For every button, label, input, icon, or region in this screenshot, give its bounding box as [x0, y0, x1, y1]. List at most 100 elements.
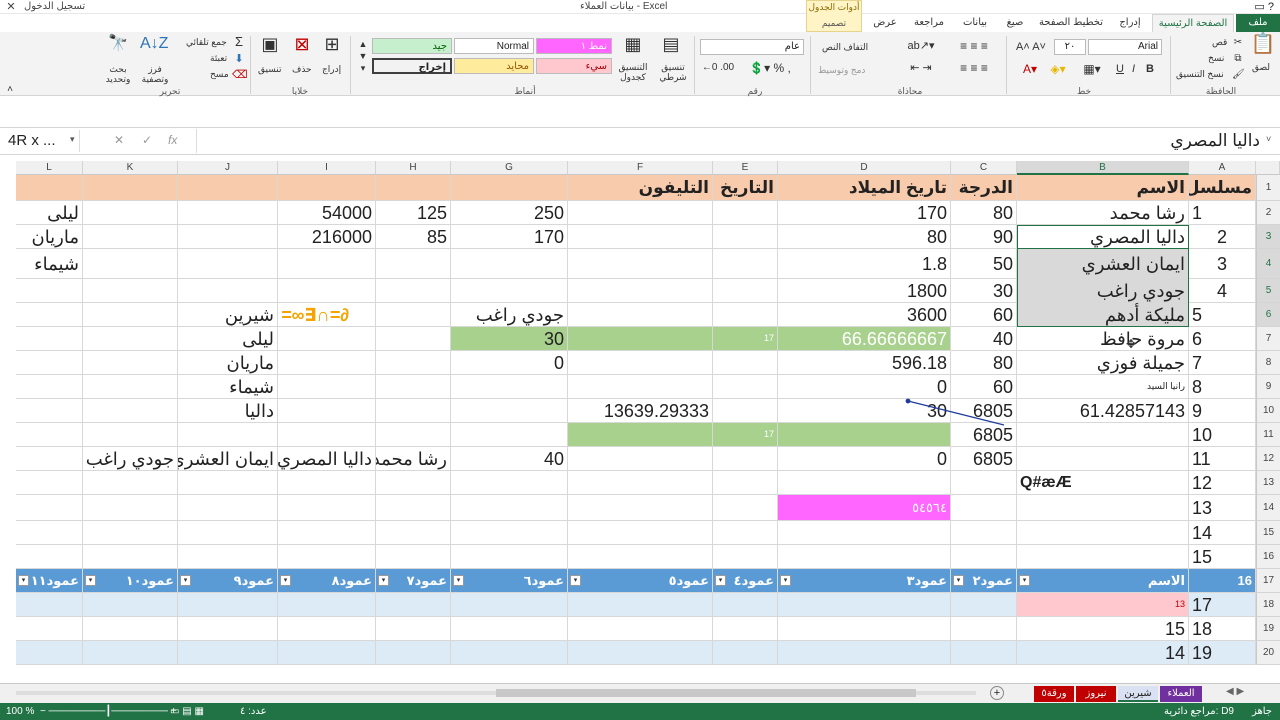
cell-b19[interactable]: 15: [1017, 617, 1189, 641]
column-header-i[interactable]: I: [278, 161, 376, 175]
column-header-b[interactable]: B: [1017, 161, 1189, 175]
cell-k14[interactable]: [83, 495, 178, 521]
cell-b4[interactable]: ايمان العشري: [1017, 249, 1189, 279]
cell-f10[interactable]: 13639.29333: [568, 399, 713, 423]
fill-button[interactable]: تعبئة: [210, 53, 227, 64]
paste-icon[interactable]: 📋: [1250, 34, 1276, 54]
cell-i14[interactable]: [278, 495, 376, 521]
filter-dropdown-icon[interactable]: ▾: [453, 575, 464, 586]
cell-h9[interactable]: [376, 375, 451, 399]
cell-k4[interactable]: [83, 249, 178, 279]
cell-l20[interactable]: [16, 641, 83, 665]
cell-h20[interactable]: [376, 641, 451, 665]
cell-b10[interactable]: 61.42857143: [1017, 399, 1189, 423]
cell-e13[interactable]: [713, 471, 778, 495]
cell-f13[interactable]: [568, 471, 713, 495]
cell-e9[interactable]: [713, 375, 778, 399]
cell-g5[interactable]: [451, 279, 568, 303]
cell-e19[interactable]: [713, 617, 778, 641]
cell-g12[interactable]: 40: [451, 447, 568, 471]
cell-g16[interactable]: [451, 545, 568, 569]
row-header-3[interactable]: 3: [1256, 225, 1280, 249]
cut-button[interactable]: قص: [1212, 37, 1227, 48]
cell-k11[interactable]: [83, 423, 178, 447]
cell-j10[interactable]: داليا: [178, 399, 278, 423]
cell-l9[interactable]: [16, 375, 83, 399]
cell-l3[interactable]: ماريان: [16, 225, 83, 249]
tab-review[interactable]: مراجعة: [906, 14, 952, 32]
column-header-g[interactable]: G: [451, 161, 568, 175]
cell-a1[interactable]: مسلسل: [1189, 175, 1256, 201]
find-select-button[interactable]: بحث وتحديد: [102, 64, 134, 84]
cell-e11[interactable]: 17: [713, 423, 778, 447]
cell-d5[interactable]: 1800: [778, 279, 951, 303]
cell-k8[interactable]: [83, 351, 178, 375]
signin-link[interactable]: تسجيل الدخول: [24, 0, 85, 14]
cell-d15[interactable]: [778, 521, 951, 545]
cell-j3[interactable]: [178, 225, 278, 249]
cell-b5[interactable]: جودي راغب: [1017, 279, 1189, 303]
cell-f1[interactable]: التليفون: [568, 175, 713, 201]
row-header-19[interactable]: 19: [1256, 617, 1280, 641]
cell-l14[interactable]: [16, 495, 83, 521]
cell-g15[interactable]: [451, 521, 568, 545]
cell-a10[interactable]: 9: [1189, 399, 1256, 423]
table-tools-tab[interactable]: أدوات الجدول تصميم: [806, 0, 862, 32]
row-header-18[interactable]: 18: [1256, 593, 1280, 617]
cell-b11[interactable]: [1017, 423, 1189, 447]
cell-k7[interactable]: [83, 327, 178, 351]
cell-c18[interactable]: [951, 593, 1017, 617]
cell-j13[interactable]: [178, 471, 278, 495]
cell-e3[interactable]: [713, 225, 778, 249]
cell-k19[interactable]: [83, 617, 178, 641]
cell-l1[interactable]: [16, 175, 83, 201]
cell-b15[interactable]: [1017, 521, 1189, 545]
cell-h15[interactable]: [376, 521, 451, 545]
cell-h14[interactable]: [376, 495, 451, 521]
column-header-a[interactable]: A: [1189, 161, 1256, 175]
close-window-icon[interactable]: ✕: [0, 0, 22, 14]
filter-dropdown-icon[interactable]: ▾: [85, 575, 96, 586]
row-header-9[interactable]: 9: [1256, 375, 1280, 399]
cell-a18[interactable]: 17: [1189, 593, 1256, 617]
cell-f9[interactable]: [568, 375, 713, 399]
bold-button[interactable]: B: [1146, 63, 1154, 75]
cell-c3[interactable]: 90: [951, 225, 1017, 249]
tab-design[interactable]: تصميم: [807, 17, 861, 30]
spreadsheet-grid[interactable]: A B C D E F G H I J K L 1 2 3 4 5 6 7 8 9 10 11 12 13 14 15 16 17 18 1…: [0, 161, 1280, 683]
cell-j6[interactable]: شيرين: [178, 303, 278, 327]
cell-g20[interactable]: [451, 641, 568, 665]
cell-l13[interactable]: [16, 471, 83, 495]
cell-a16[interactable]: 15: [1189, 545, 1256, 569]
cell-h1[interactable]: [376, 175, 451, 201]
cell-i19[interactable]: [278, 617, 376, 641]
wrap-text-button[interactable]: التفاف النص: [822, 42, 868, 53]
cell-d7[interactable]: 66.66666667: [778, 327, 951, 351]
merge-center-button[interactable]: دمج وتوسيط: [818, 65, 865, 76]
sheet-tab-sheet5[interactable]: ورقة٥: [1034, 686, 1074, 702]
sort-filter-icon[interactable]: A↓Z: [140, 36, 168, 52]
cell-e2[interactable]: [713, 201, 778, 225]
cell-i6[interactable]: =∞∃∩=∂: [278, 303, 376, 327]
binoculars-icon[interactable]: 🔭: [104, 36, 132, 52]
cell-j2[interactable]: [178, 201, 278, 225]
font-size-select[interactable]: ٢٠: [1054, 39, 1086, 55]
cell-c1[interactable]: الدرجة: [951, 175, 1017, 201]
format-as-table-icon[interactable]: ▦: [618, 35, 648, 53]
cell-k10[interactable]: [83, 399, 178, 423]
cell-f2[interactable]: [568, 201, 713, 225]
tab-view[interactable]: عرض: [866, 14, 904, 32]
cell-l6[interactable]: [16, 303, 83, 327]
style-normal-swatch[interactable]: Normal: [454, 38, 534, 54]
row-header-15[interactable]: 15: [1256, 521, 1280, 545]
percent-button[interactable]: %: [773, 61, 784, 75]
filter-dropdown-icon[interactable]: ▾: [570, 575, 581, 586]
cell-i3[interactable]: 216000: [278, 225, 376, 249]
cell-h3[interactable]: 85: [376, 225, 451, 249]
cell-a8[interactable]: 7: [1189, 351, 1256, 375]
cell-b1[interactable]: الاسم: [1017, 175, 1189, 201]
cell-i18[interactable]: [278, 593, 376, 617]
zoom-slider[interactable]: − ────────┃──────── +: [40, 703, 177, 720]
cell-i12[interactable]: داليا المصري: [278, 447, 376, 471]
cell-h19[interactable]: [376, 617, 451, 641]
